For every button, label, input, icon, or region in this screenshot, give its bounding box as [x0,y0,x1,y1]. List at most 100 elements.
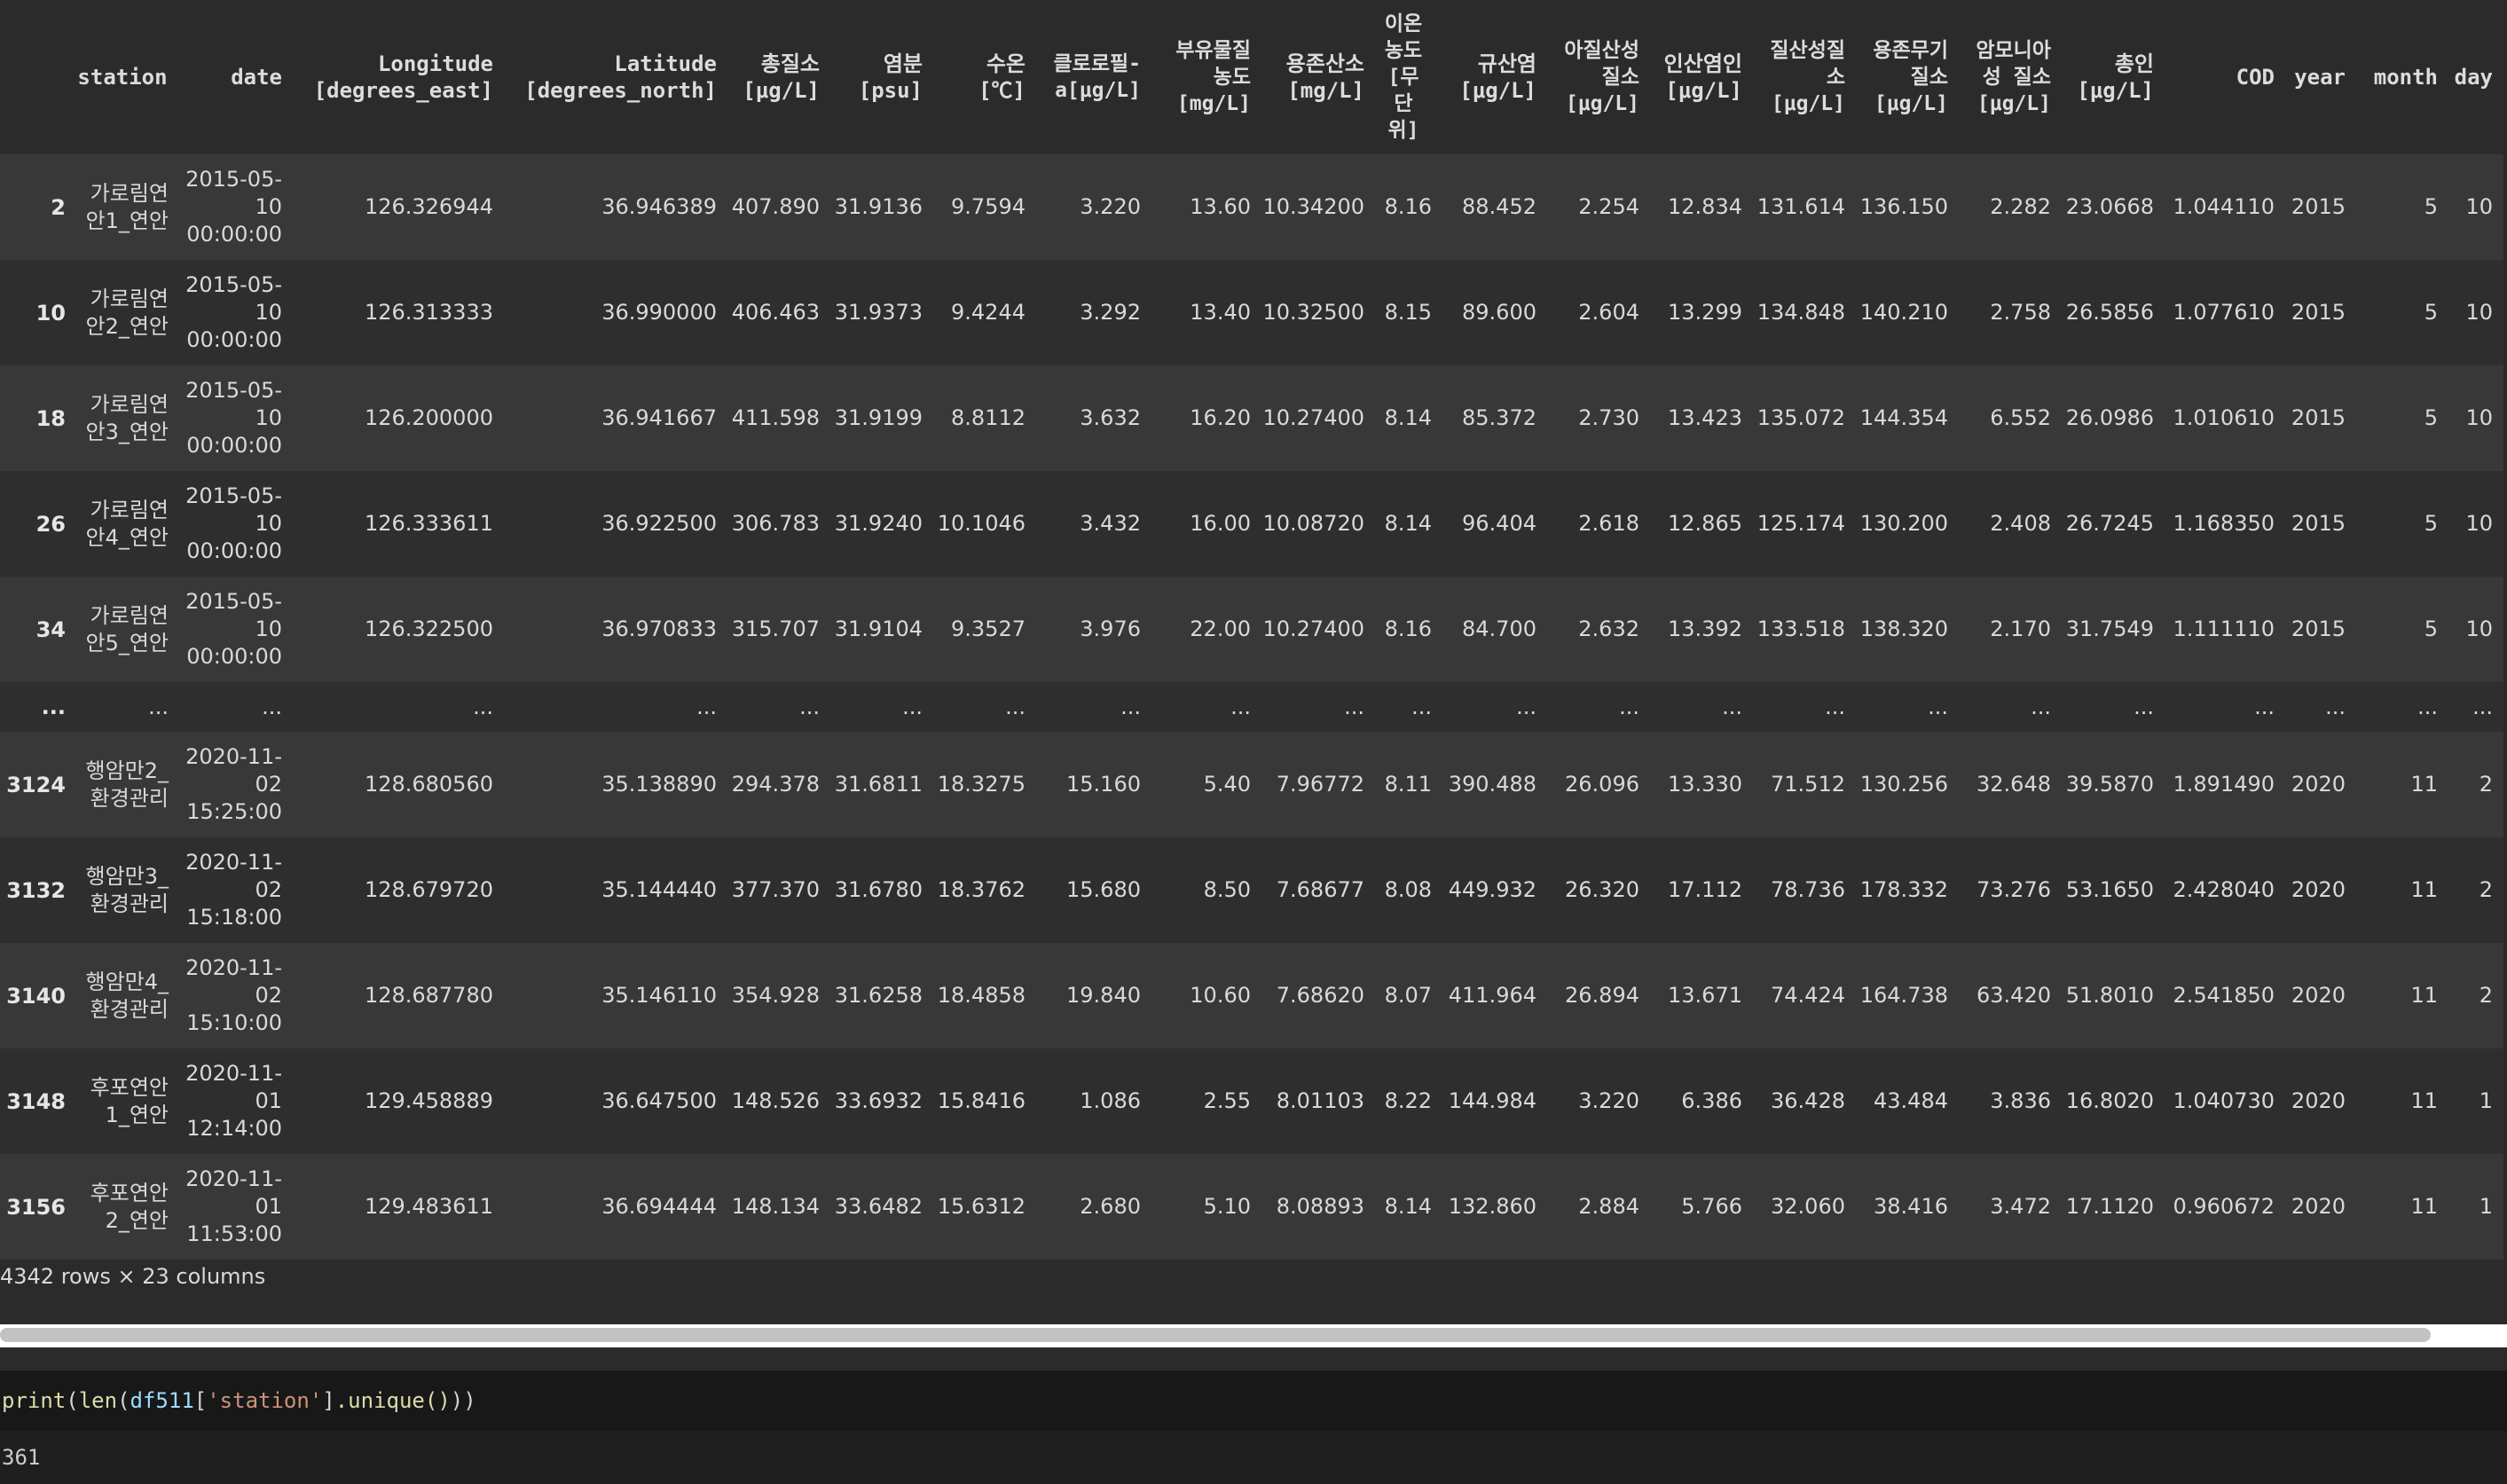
table-cell: 8.01103 [1276,1088,1364,1113]
table-cell: 2015-05-10 00:00:00 [185,378,282,458]
table-cell: 10 [2465,300,2493,325]
code-token-paren: )) [450,1388,476,1413]
code-cell[interactable]: print(len(df511['station'].unique())) [0,1370,2507,1431]
row-index: 3140 [6,983,66,1009]
table-cell: 13.330 [1668,772,1742,797]
scrollbar-thumb[interactable] [0,1328,2431,1342]
table-cell: 5 [2424,405,2438,430]
table-cell: ... [2031,694,2051,719]
table-cell: 144.354 [1859,405,1948,430]
table-row: 3132 행암만3_환경관리 2020-11-02 15:18:00 128.6797… [0,837,2503,943]
table-cell: 31.6258 [834,983,923,1008]
table-cell: 행암만2_환경관리 [85,758,169,811]
table-cell: 178.332 [1859,877,1948,902]
table-cell: 31.9199 [834,405,923,430]
table-cell: 354.928 [731,983,820,1008]
code-token-string: 'station' [207,1388,323,1413]
table-cell: 2020 [2291,877,2346,902]
table-cell: ... [262,694,282,719]
table-cell: 35.138890 [601,772,717,797]
table-cell: 36.922500 [601,511,717,536]
table-cell: 2015-05-10 00:00:00 [185,272,282,352]
table-cell: 35.144440 [601,877,717,902]
table-cell: 128.680560 [364,772,493,797]
table-cell: 38.416 [1874,1194,1948,1219]
table-cell: 17.112 [1668,877,1742,902]
table-cell: 2015 [2291,511,2346,536]
table-cell: 2020-11-02 15:18:00 [185,850,282,930]
table-cell: 가로림연안3_연안 [85,391,169,444]
table-cell: 11 [2410,1088,2438,1113]
table-cell: 2020 [2291,1088,2346,1113]
table-cell: 32.648 [1977,772,2051,797]
table-cell: 2020-11-01 12:14:00 [185,1061,282,1141]
table-cell: 126.326944 [364,194,493,219]
table-cell: 1.168350 [2173,511,2275,536]
table-cell: 16.00 [1190,511,1251,536]
table-cell: 129.458889 [364,1088,493,1113]
table-cell: 53.1650 [2065,877,2154,902]
table-cell: 8.15 [1384,300,1432,325]
horizontal-scrollbar[interactable] [0,1324,2507,1347]
table-cell: 2020-11-01 11:53:00 [185,1166,282,1246]
table-cell: 13.40 [1190,300,1251,325]
table-cell: 63.420 [1977,983,2051,1008]
table-cell: 11 [2410,983,2438,1008]
table-cell: 39.5870 [2065,772,2154,797]
column-header: Longitude [degrees_east] [313,51,493,103]
table-cell: 131.614 [1756,194,1845,219]
table-cell: 8.11 [1384,772,1432,797]
table-cell: 13.299 [1668,300,1742,325]
table-cell: ... [1619,694,1639,719]
column-header: 아질산성 질소 [μg/L] [1564,39,1639,115]
table-row: 3156 후포연안2_연안 2020-11-01 11:53:00 129.48361… [0,1154,2503,1260]
table-cell: 23.0668 [2065,194,2154,219]
table-cell: ... [1722,694,1742,719]
table-cell: 18.3762 [937,877,1026,902]
table-cell: 26.320 [1565,877,1639,902]
table-cell: 129.483611 [364,1194,493,1219]
table-cell: 35.146110 [601,983,717,1008]
table-cell: 5 [2424,194,2438,219]
column-header: 암모니아 성 질소 [μg/L] [1976,39,2051,115]
table-cell: 2 [2479,877,2493,902]
dataframe-output: station date Longitude [degrees_east] La… [0,0,2507,1331]
table-cell: 후포연안1_연안 [90,1074,169,1127]
table-cell: 10.34200 [1262,194,1364,219]
table-cell: 377.370 [731,877,820,902]
table-cell: 10.60 [1190,983,1251,1008]
table-cell: 26.7245 [2065,511,2154,536]
table-cell: 15.6312 [937,1194,1026,1219]
column-header: day [2454,65,2493,90]
table-cell: 33.6482 [834,1194,923,1219]
table-cell: 5.40 [1203,772,1251,797]
table-cell: 2.618 [1578,511,1639,536]
table-cell: 89.600 [1462,300,1536,325]
table-cell: 10.08720 [1262,511,1364,536]
table-cell: 5.766 [1681,1194,1742,1219]
table-cell: 9.3527 [951,616,1026,641]
table-cell: 1.111110 [2173,616,2275,641]
table-cell: 74.424 [1771,983,1845,1008]
table-cell: 148.134 [731,1194,820,1219]
table-cell: 33.6932 [834,1088,923,1113]
table-cell: 3.472 [1990,1194,2051,1219]
table-cell: 1.077610 [2173,300,2275,325]
row-index: 34 [35,616,66,642]
table-cell: 134.848 [1756,300,1845,325]
code-token-method: .unique() [334,1388,451,1413]
table-cell: 2.730 [1578,405,1639,430]
row-index: 10 [35,300,66,326]
table-cell: 행암만3_환경관리 [85,863,169,916]
table-cell: 8.50 [1203,877,1251,902]
table-cell: 16.8020 [2065,1088,2154,1113]
table-cell: 133.518 [1756,616,1845,641]
table-row: 2 가로림연안1_연안 2015-05-10 00:00:00 126.326944 3… [0,154,2503,260]
table-cell: 10.1046 [937,511,1026,536]
row-index: 18 [35,405,66,431]
table-cell: 78.736 [1771,877,1845,902]
table-cell: 2.632 [1578,616,1639,641]
table-cell: 2015 [2291,194,2346,219]
table-cell: 1.040730 [2173,1088,2275,1113]
table-cell: 36.970833 [601,616,717,641]
